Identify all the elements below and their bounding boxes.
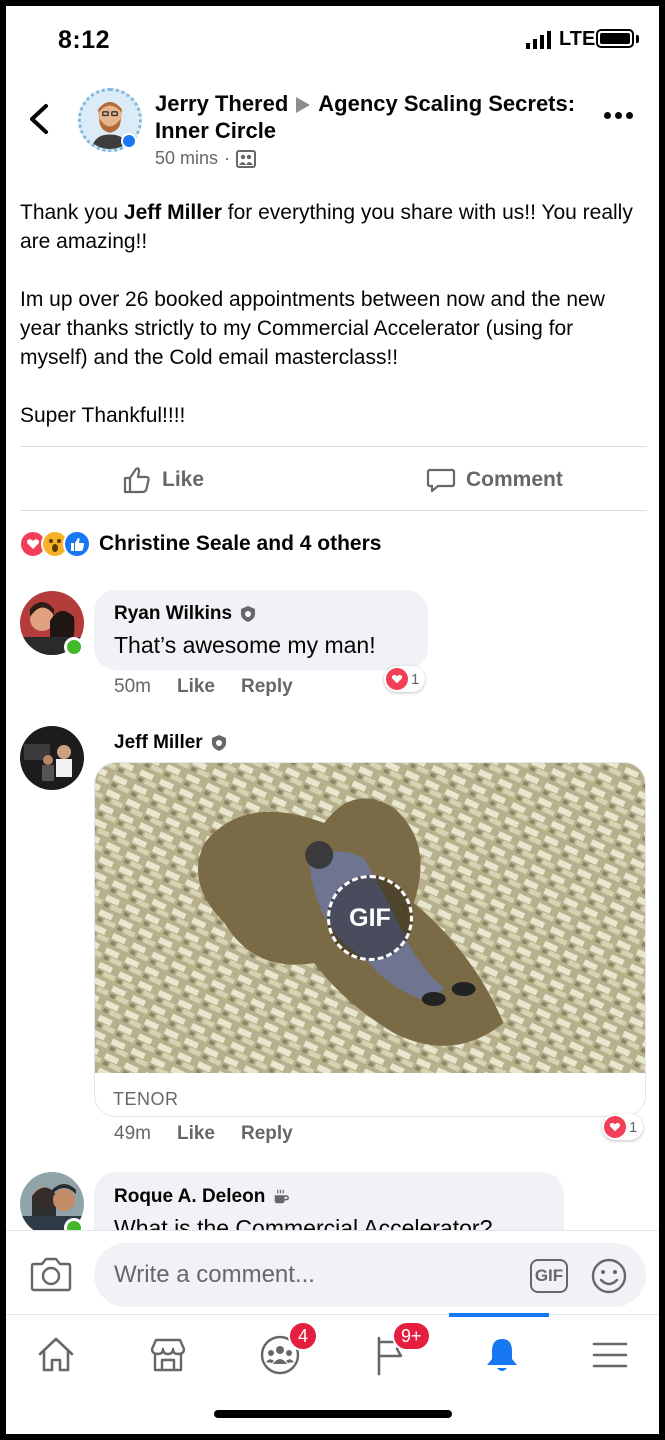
post-paragraph-3: Super Thankful!!!!: [20, 404, 186, 427]
reaction-count: 1: [411, 670, 420, 688]
comment-author[interactable]: Ryan Wilkins: [114, 603, 257, 625]
meta-separator: ·: [224, 148, 231, 168]
post-paragraph-1: Thank you Jeff Miller for everything you…: [20, 198, 645, 256]
comment-reaction-badge[interactable]: 1: [384, 666, 426, 692]
group-privacy-icon: [236, 149, 257, 168]
mention-link[interactable]: Jeff Miller: [124, 201, 222, 224]
thumbs-up-icon: [123, 467, 150, 494]
gif-source: TENOR: [113, 1089, 179, 1109]
status-bar: 8:12 LTE: [6, 6, 659, 70]
pages-badge: 9+: [392, 1321, 431, 1351]
comment-author[interactable]: Roque A. Deleon: [114, 1186, 290, 1208]
camera-icon[interactable]: [30, 1255, 72, 1293]
comment-like-button[interactable]: Like: [177, 1123, 215, 1145]
nav-marketplace[interactable]: [138, 1327, 198, 1383]
reaction-count: 1: [629, 1118, 638, 1136]
marketplace-icon: [150, 1338, 186, 1372]
comment-text: That’s awesome my man!: [114, 632, 376, 658]
commenter-avatar-image: [20, 726, 84, 790]
emoji-icon[interactable]: [590, 1257, 628, 1295]
status-time: 8:12: [58, 26, 111, 54]
comment-button[interactable]: Comment: [426, 460, 563, 500]
post-text: Thank you: [20, 201, 124, 224]
home-indicator: [214, 1410, 452, 1418]
comment-time: 50m: [114, 676, 151, 697]
post-paragraph-2: Im up over 26 booked appointments betwee…: [20, 288, 605, 369]
hamburger-menu-icon: [592, 1342, 628, 1368]
coffee-badge-icon: [275, 1189, 290, 1204]
comment-label: Comment: [466, 468, 563, 491]
like-label: Like: [162, 468, 205, 491]
divider: [20, 510, 647, 511]
back-chevron-icon[interactable]: [26, 102, 52, 136]
reactions-summary[interactable]: Christine Seale and 4 others: [19, 530, 381, 558]
nav-menu[interactable]: [580, 1327, 640, 1383]
battery-icon: [596, 29, 634, 48]
home-icon: [38, 1337, 74, 1372]
comment-reply-button[interactable]: Reply: [241, 676, 293, 698]
comment-reply-button[interactable]: Reply: [241, 1123, 293, 1145]
battery-tip: [636, 35, 639, 43]
post-title: Jerry Thered Agency Scaling Secrets: Inne…: [155, 90, 585, 144]
like-reaction-icon: [63, 530, 91, 558]
network-label: LTE: [559, 28, 596, 50]
comment-meta: 49m Like Reply: [114, 1123, 293, 1145]
commenter-avatar[interactable]: [20, 726, 84, 790]
shield-badge-icon: [211, 735, 226, 751]
heart-icon: [386, 668, 408, 690]
signal-icon: [526, 31, 551, 49]
online-status-icon: [64, 637, 84, 657]
like-button[interactable]: Like: [122, 460, 204, 500]
comment-author-name: Roque A. Deleon: [114, 1186, 266, 1207]
more-options-icon[interactable]: [604, 112, 638, 124]
shield-badge-icon: [241, 606, 256, 622]
comment-icon: [426, 468, 456, 493]
comment-like-button[interactable]: Like: [177, 676, 215, 698]
post-time[interactable]: 50 mins: [155, 148, 218, 169]
author-name[interactable]: Jerry Thered: [155, 91, 288, 116]
post-meta: 50 mins ·: [155, 148, 257, 169]
gif-button[interactable]: GIF: [530, 1259, 568, 1293]
reactions-text[interactable]: Christine Seale and 4 others: [99, 532, 381, 556]
app-frame: 8:12 LTE Jerry Thered Agency Scaling Secr…: [6, 6, 659, 1434]
bell-icon: [487, 1339, 517, 1371]
comment-author-name: Jeff Miller: [114, 732, 203, 753]
nav-groups[interactable]: 4: [250, 1321, 318, 1383]
gif-play-badge[interactable]: GIF: [327, 875, 413, 961]
arrow-right-icon: [296, 96, 311, 113]
post-body: Thank you Jeff Miller for everything you…: [20, 198, 645, 459]
nav-notifications[interactable]: [472, 1327, 532, 1383]
admin-badge-icon: [121, 133, 137, 149]
comment-author[interactable]: Jeff Miller: [114, 732, 228, 754]
comment-composer: GIF: [6, 1230, 659, 1314]
comment-author-name: Ryan Wilkins: [114, 603, 233, 624]
gif-footer: TENOR: [95, 1073, 645, 1116]
comment-reaction-badge[interactable]: 1: [602, 1114, 644, 1140]
gif-attachment[interactable]: GIF TENOR: [94, 762, 646, 1117]
nav-pages[interactable]: 9+: [362, 1321, 431, 1383]
comment-time: 49m: [114, 1123, 151, 1144]
nav-active-indicator: [449, 1313, 549, 1317]
nav-home[interactable]: [26, 1327, 86, 1383]
bottom-nav: 4 9+: [6, 1313, 659, 1396]
comment-meta: 50m Like Reply: [114, 676, 293, 698]
divider: [20, 446, 647, 447]
heart-icon: [604, 1116, 626, 1138]
groups-badge: 4: [288, 1321, 318, 1351]
